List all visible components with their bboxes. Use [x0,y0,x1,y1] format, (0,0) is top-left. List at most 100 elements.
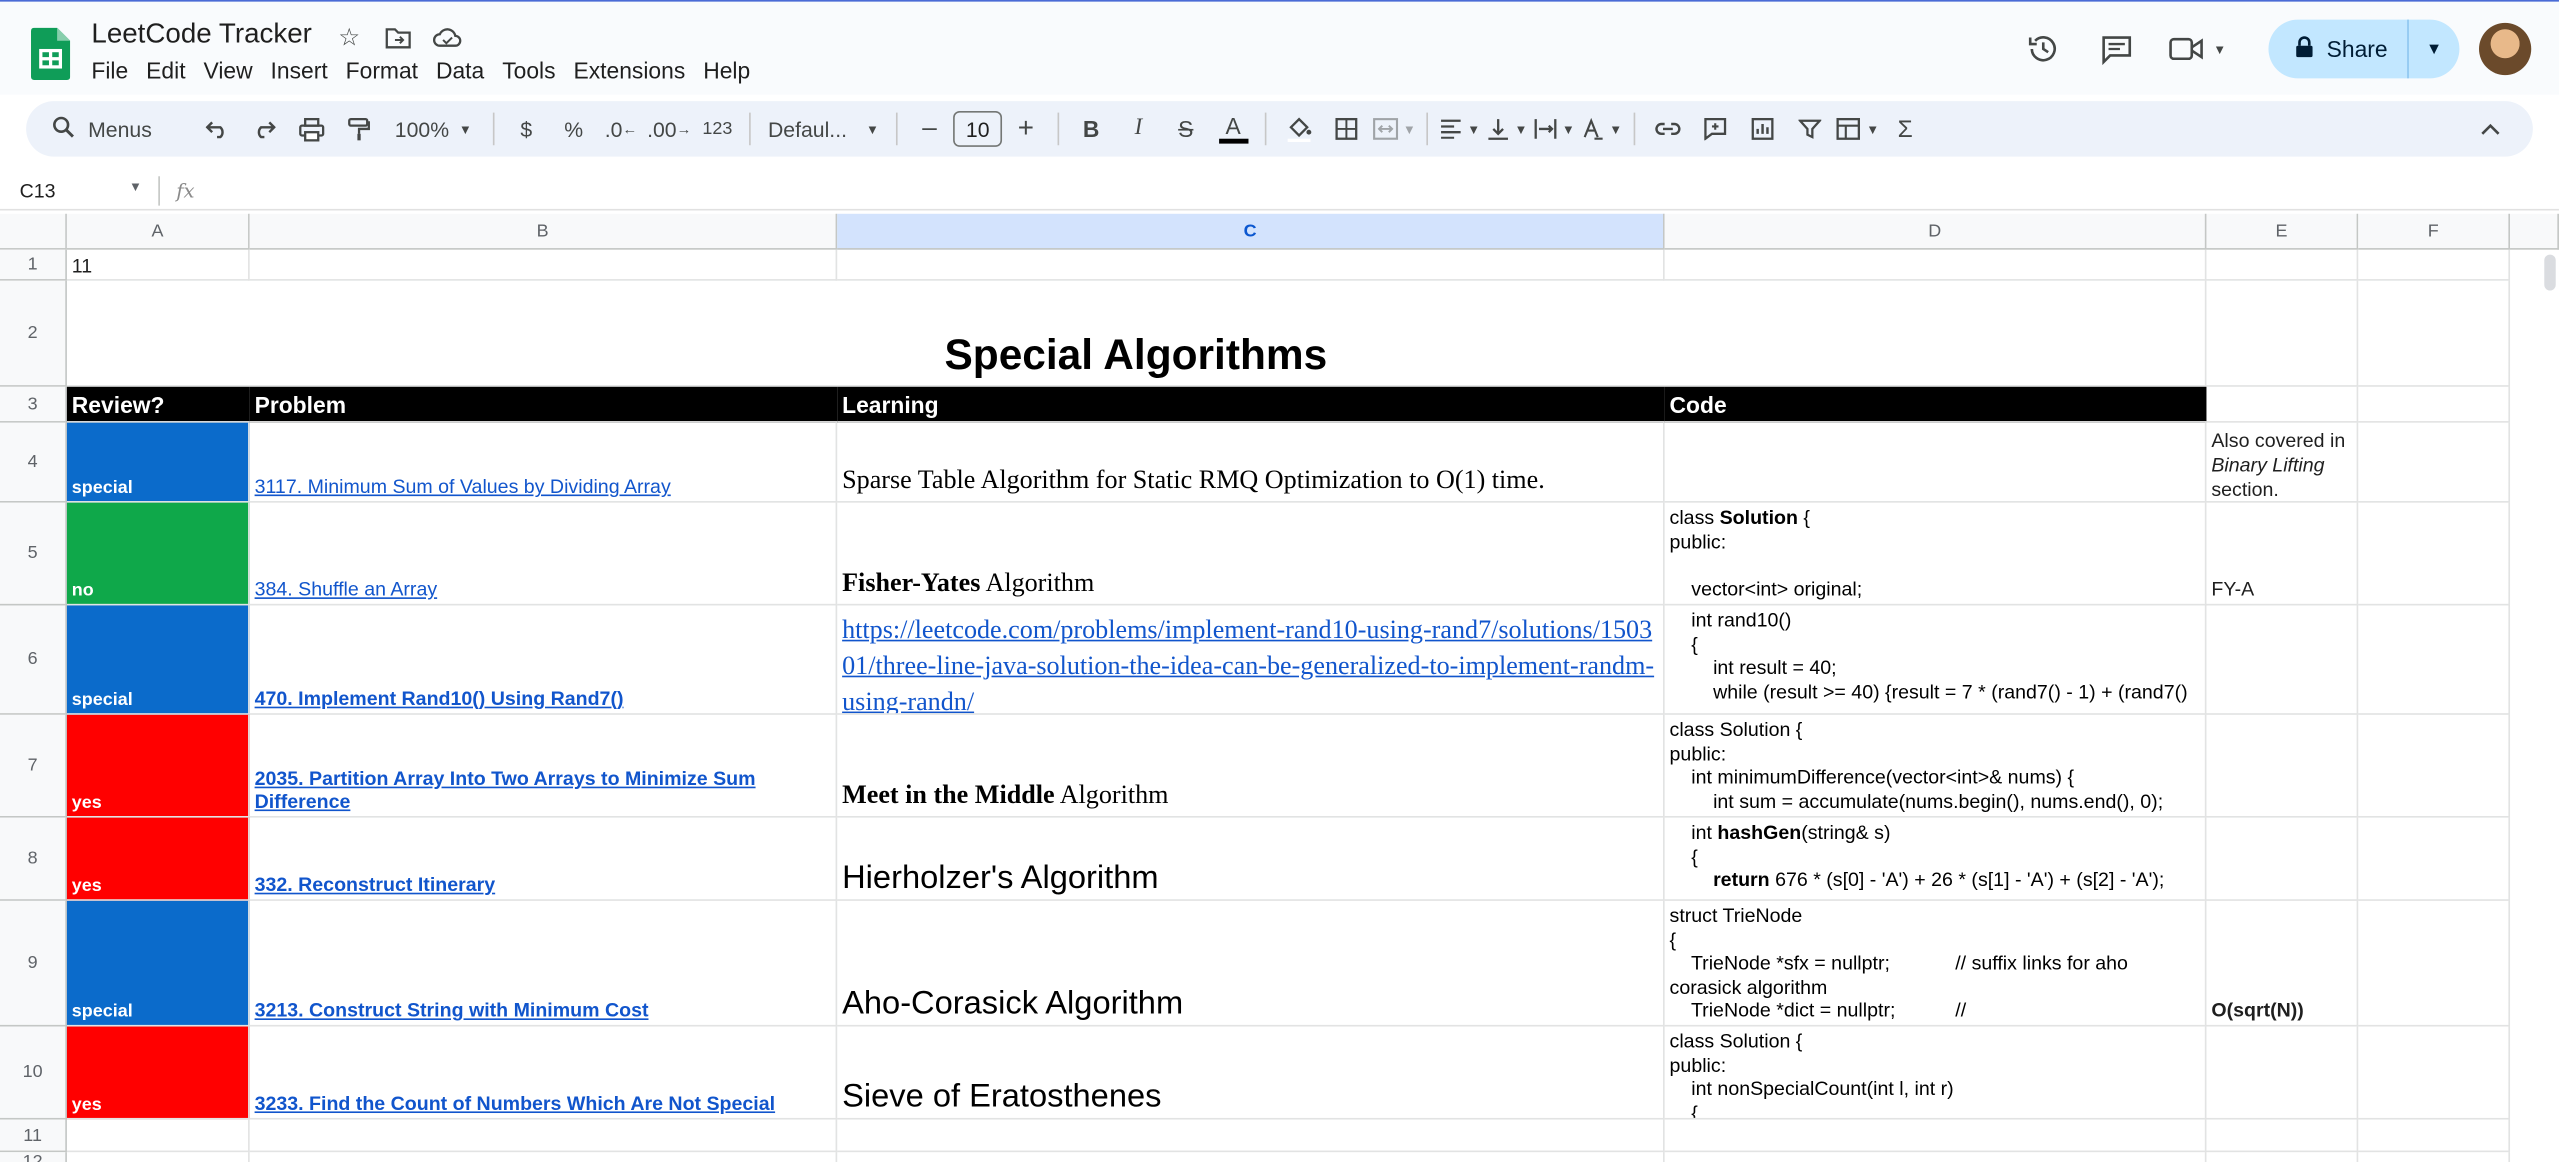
problem-cell[interactable]: 332. Reconstruct Itinerary [249,817,838,901]
cell-c11[interactable] [837,1119,1665,1153]
problem-cell[interactable]: 470. Implement Rand10() Using Rand7() [249,605,838,715]
review-cell[interactable]: yes [66,714,250,818]
cell-f3[interactable] [2358,386,2511,423]
problem-cell[interactable]: 2035. Partition Array Into Two Arrays to… [249,714,838,818]
insert-chart-icon[interactable] [1741,108,1783,150]
increase-decimal-button[interactable]: .00 → [647,108,691,150]
column-header-c[interactable]: C [837,213,1665,250]
learning-cell[interactable]: https://leetcode.com/problems/implement-… [837,605,1665,715]
print-icon[interactable] [290,108,332,150]
cell-f12[interactable] [2358,1152,2511,1162]
cell-f6[interactable] [2358,605,2511,715]
review-cell[interactable]: yes [66,817,250,901]
row-header-6[interactable]: 6 [0,605,67,715]
row-header-7[interactable]: 7 [0,714,67,818]
problem-link[interactable]: 384. Shuffle an Array [255,578,438,601]
cell-b1[interactable] [249,249,838,281]
cell-b11[interactable] [249,1119,838,1153]
menus-search[interactable]: Menus [39,108,192,150]
code-cell[interactable]: class Solution { public: vector<int> ori… [1664,502,2207,606]
menu-insert[interactable]: Insert [262,57,335,83]
cell-f4[interactable] [2358,422,2511,503]
font-select[interactable]: Defaul... ▼ [761,108,885,150]
italic-icon[interactable]: I [1117,108,1159,150]
row-header-11[interactable]: 11 [0,1119,67,1153]
learning-cell[interactable]: Aho-Corasick Algorithm [837,900,1665,1027]
column-header-d[interactable]: D [1664,213,2207,250]
strikethrough-icon[interactable]: S [1165,108,1207,150]
collapse-toolbar-icon[interactable] [2468,108,2510,150]
learning-cell[interactable]: Fisher-Yates Algorithm [837,502,1665,606]
note-cell[interactable]: Also covered in Binary Lifting section. [2206,422,2359,503]
sheets-logo-icon[interactable] [31,27,71,80]
cell-f1[interactable] [2358,249,2511,281]
filter-icon[interactable] [1788,108,1830,150]
table-views-icon[interactable]: ▼ [1835,108,1879,150]
cell-d12[interactable] [1665,1152,2207,1162]
share-dropdown-icon[interactable]: ▼ [2407,19,2459,79]
learning-cell[interactable]: Meet in the Middle Algorithm [837,714,1665,818]
row-header-2[interactable]: 2 [0,280,67,387]
vertical-align-icon[interactable]: ▼ [1486,108,1528,150]
cell-e6[interactable] [2206,605,2359,715]
header-code[interactable]: Code [1664,386,2207,423]
text-rotation-icon[interactable]: ▼ [1581,108,1623,150]
cell-f8[interactable] [2358,817,2511,901]
review-cell[interactable]: special [66,605,250,715]
note-cell[interactable]: O(sqrt(N)) [2206,900,2359,1027]
row-header-1[interactable]: 1 [0,249,67,281]
cell-f11[interactable] [2358,1119,2511,1153]
zoom-select[interactable]: 100% ▼ [384,108,482,150]
problem-cell[interactable]: 3233. Find the Count of Numbers Which Ar… [249,1026,838,1120]
problem-cell[interactable]: 3117. Minimum Sum of Values by Dividing … [249,422,838,503]
cell-d1[interactable] [1664,249,2207,281]
problem-cell[interactable]: 3213. Construct String with Minimum Cost [249,900,838,1027]
meet-video-icon[interactable]: ▼ [2162,21,2234,76]
learning-cell[interactable]: Sieve of Eratosthenes [837,1026,1665,1120]
text-wrapping-icon[interactable]: ▼ [1533,108,1575,150]
percent-format-button[interactable]: % [552,108,594,150]
cell-a12[interactable] [67,1152,250,1162]
vertical-scrollbar[interactable] [2544,254,2556,291]
code-cell[interactable]: int hashGen(string& s) { return 676 * (s… [1664,817,2207,901]
header-review[interactable]: Review? [66,386,250,423]
cell-f7[interactable] [2358,714,2511,818]
cell-f5[interactable] [2358,502,2511,606]
row-header-4[interactable]: 4 [0,422,67,503]
column-header-f[interactable]: F [2358,213,2511,250]
text-color-icon[interactable]: A [1212,108,1254,150]
select-all-corner[interactable] [0,213,67,250]
share-button[interactable]: Share ▼ [2267,19,2460,79]
column-header-a[interactable]: A [66,213,250,250]
cell-b12[interactable] [250,1152,838,1162]
row-header-8[interactable]: 8 [0,817,67,901]
problem-cell[interactable]: 384. Shuffle an Array [249,502,838,606]
insert-comment-icon[interactable] [1693,108,1735,150]
cell-a11[interactable] [66,1119,250,1153]
cell-e1[interactable] [2206,249,2359,281]
learning-cell[interactable]: Sparse Table Algorithm for Static RMQ Op… [837,422,1665,503]
menu-edit[interactable]: Edit [138,57,194,83]
menu-tools[interactable]: Tools [494,57,564,83]
cell-f10[interactable] [2358,1026,2511,1120]
cell-e7[interactable] [2206,714,2359,818]
problem-link[interactable]: 2035. Partition Array Into Two Arrays to… [255,767,831,813]
code-cell[interactable]: class Solution { public: int nonSpecialC… [1664,1026,2207,1120]
decrease-decimal-button[interactable]: .0 ← [600,108,642,150]
bold-icon[interactable]: B [1070,108,1112,150]
menu-extensions[interactable]: Extensions [565,57,693,83]
code-cell[interactable] [1664,422,2207,503]
cell-e8[interactable] [2206,817,2359,901]
cell-e2[interactable] [2206,280,2359,387]
problem-link[interactable]: 3233. Find the Count of Numbers Which Ar… [255,1092,776,1115]
sheet-title-cell[interactable]: Special Algorithms [66,280,2207,387]
insert-link-icon[interactable] [1646,108,1688,150]
decrease-font-size-button[interactable]: – [908,108,950,150]
redo-icon[interactable] [242,108,284,150]
code-cell[interactable]: int rand10() { int result = 40; while (r… [1664,605,2207,715]
code-cell[interactable]: class Solution { public: int minimumDiff… [1664,714,2207,818]
problem-link[interactable]: 470. Implement Rand10() Using Rand7() [255,687,624,710]
move-folder-icon[interactable] [382,21,415,54]
cell-d11[interactable] [1664,1119,2207,1153]
column-header-b[interactable]: B [249,213,838,250]
